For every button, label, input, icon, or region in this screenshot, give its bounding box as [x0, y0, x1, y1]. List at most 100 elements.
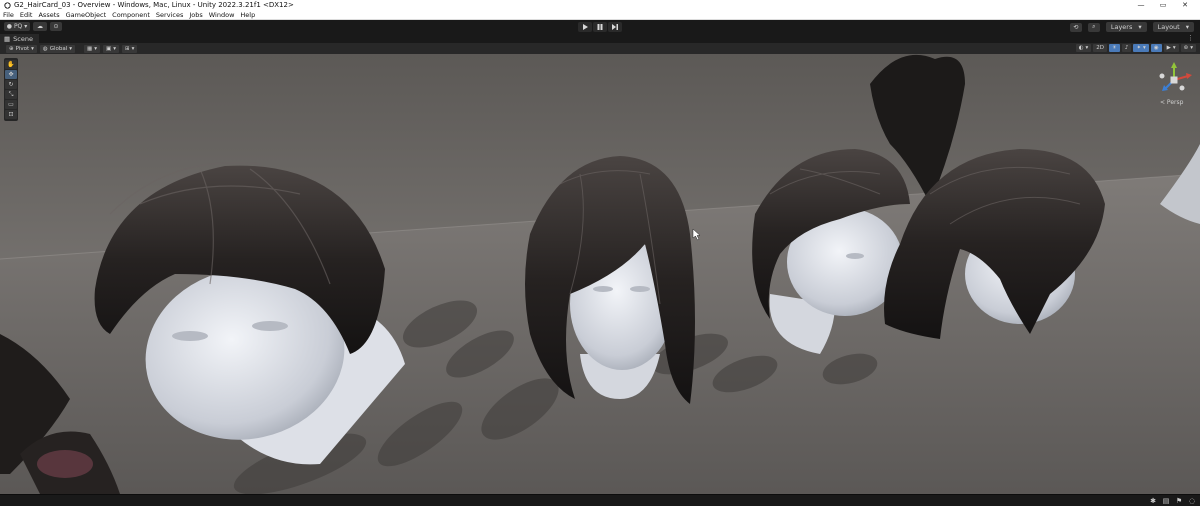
hand-icon: ✋ [7, 61, 15, 68]
close-button[interactable]: ✕ [1174, 0, 1196, 10]
unity-logo-icon [3, 1, 11, 9]
global-dropdown[interactable]: ◍ Global ▾ [39, 44, 76, 53]
chevron-down-icon: ▾ [31, 45, 34, 52]
global-label: Global [49, 45, 68, 52]
globe-icon: ◍ [42, 45, 48, 52]
lighting-toggle-button[interactable]: ☀ [1108, 44, 1120, 52]
ruler-icon: ⊞ [124, 45, 130, 52]
scene-toolbar: ⊕ Pivot ▾ ◍ Global ▾ ▦ ▾ ▣ ▾ ⊞ ▾ ◐ ▾ 2D … [0, 43, 1200, 54]
tab-scene[interactable]: ▦ Scene [0, 34, 39, 43]
network-icon[interactable]: ⚑ [1175, 497, 1183, 505]
grid-icon: ▦ [87, 45, 93, 52]
chevron-down-icon: ▾ [24, 23, 28, 30]
collab-button[interactable]: ⊙ [50, 22, 62, 31]
rotate-icon: ↻ [8, 81, 14, 88]
chevron-down-icon: ▾ [1185, 23, 1189, 31]
move-tool-button[interactable]: ✥ [5, 70, 17, 79]
window-title-bar: G2_HairCard_03 - Overview - Windows, Mac… [0, 0, 1200, 10]
main-toolbar: ● PQ ▾ ☁ ⊙ ⟲ ⌕ Layers ▾ Layout ▾ [0, 20, 1200, 34]
menu-gameobject[interactable]: GameObject [66, 11, 107, 19]
more-options-icon[interactable]: ⋮ [1187, 34, 1194, 42]
menu-file[interactable]: File [3, 11, 14, 19]
gizmo-icon: ⊛ [1183, 45, 1189, 51]
scale-icon: ⤡ [8, 90, 14, 98]
step-button[interactable] [608, 22, 622, 32]
speaker-icon: ♪ [1124, 45, 1129, 51]
progress-circle-icon[interactable]: ◌ [1188, 497, 1196, 505]
menu-edit[interactable]: Edit [20, 11, 33, 19]
hidden-objects-button[interactable]: ◉ [1150, 44, 1162, 52]
snap-increment-button[interactable]: ▣ ▾ [102, 44, 119, 53]
toggle-2d-button[interactable]: 2D [1093, 44, 1107, 52]
camera-icon: ▶ [1166, 45, 1171, 51]
audio-toggle-button[interactable]: ♪ [1121, 44, 1132, 52]
grid-snap-button[interactable]: ▦ ▾ [84, 44, 100, 53]
scale-tool-button[interactable]: ⤡ [5, 90, 17, 99]
axis-gizmo-icon [1159, 62, 1192, 91]
shading-sphere-icon: ◐ [1078, 45, 1084, 51]
menu-services[interactable]: Services [156, 11, 183, 19]
minimize-button[interactable]: — [1130, 0, 1152, 10]
rotate-tool-button[interactable]: ↻ [5, 80, 17, 89]
chevron-down-icon: ▾ [1085, 45, 1089, 51]
pause-icon [597, 24, 603, 30]
layers-label: Layers [1110, 23, 1133, 31]
cloud-icon: ☁ [37, 23, 43, 30]
search-button[interactable]: ⌕ [1087, 22, 1100, 32]
chevron-down-icon: ▾ [1190, 45, 1193, 51]
account-label: PQ [13, 23, 23, 30]
projection-toggle[interactable]: < Persp [1160, 99, 1183, 106]
rect-tool-button[interactable]: ▭ [5, 100, 17, 109]
history-icon: ⟲ [1073, 23, 1079, 31]
account-icon: ● [6, 23, 12, 30]
chevron-down-icon: ▾ [1143, 45, 1146, 51]
window-title: G2_HairCard_03 - Overview - Windows, Mac… [14, 1, 294, 9]
hand-tool-button[interactable]: ✋ [5, 60, 17, 69]
effects-icon: ✦ [1136, 45, 1142, 51]
pause-button[interactable] [593, 22, 607, 32]
incremental-snap-button[interactable]: ⊞ ▾ [121, 44, 138, 53]
layers-dropdown[interactable]: Layers ▾ [1105, 22, 1147, 32]
layout-dropdown[interactable]: Layout ▾ [1152, 22, 1194, 32]
layout-label: Layout [1157, 23, 1180, 31]
snap-icon: ▣ [105, 45, 112, 52]
menu-component[interactable]: Component [112, 11, 150, 19]
history-button[interactable]: ⟲ [1069, 22, 1082, 32]
step-icon [612, 24, 618, 30]
move-icon: ✥ [8, 71, 14, 78]
play-button[interactable] [578, 22, 592, 32]
effects-dropdown[interactable]: ✦ ▾ [1133, 44, 1149, 52]
gizmos-dropdown[interactable]: ⊛ ▾ [1180, 44, 1196, 52]
status-bar: ✱ ▤ ⚑ ◌ [0, 494, 1200, 506]
chevron-down-icon: ▾ [69, 45, 73, 52]
menu-bar: File Edit Assets GameObject Component Se… [0, 10, 1200, 20]
console-icon[interactable]: ▤ [1162, 497, 1170, 505]
menu-window[interactable]: Window [209, 11, 235, 19]
scene-render [0, 54, 1200, 494]
maximize-button[interactable]: ▭ [1152, 0, 1174, 10]
draw-mode-button[interactable]: ◐ ▾ [1075, 44, 1092, 52]
chevron-down-icon: ▾ [1138, 23, 1142, 31]
menu-assets[interactable]: Assets [38, 11, 59, 19]
camera-settings-button[interactable]: ▶ ▾ [1163, 44, 1179, 52]
tool-palette: ✋ ✥ ↻ ⤡ ▭ ⊡ [4, 58, 18, 121]
chevron-down-icon: ▾ [1172, 45, 1176, 51]
transform-icon: ⊡ [8, 111, 14, 118]
pivot-dropdown[interactable]: ⊕ Pivot ▾ [6, 44, 37, 53]
play-icon [583, 24, 588, 30]
chevron-down-icon: ▾ [113, 45, 116, 52]
menu-help[interactable]: Help [240, 11, 255, 19]
chevron-down-icon: ▾ [131, 45, 135, 52]
scene-grid-icon: ▦ [4, 34, 11, 43]
cloud-button[interactable]: ☁ [33, 22, 47, 31]
pivot-label: Pivot [15, 45, 30, 52]
scene-viewport[interactable] [0, 54, 1200, 494]
tab-scene-label: Scene [13, 34, 33, 43]
menu-jobs[interactable]: Jobs [189, 11, 202, 19]
chevron-down-icon: ▾ [94, 45, 97, 52]
rect-icon: ▭ [8, 101, 14, 108]
search-icon: ⌕ [1092, 23, 1096, 30]
account-dropdown[interactable]: ● PQ ▾ [4, 22, 30, 31]
bug-icon[interactable]: ✱ [1149, 497, 1157, 505]
transform-tool-button[interactable]: ⊡ [5, 110, 17, 119]
